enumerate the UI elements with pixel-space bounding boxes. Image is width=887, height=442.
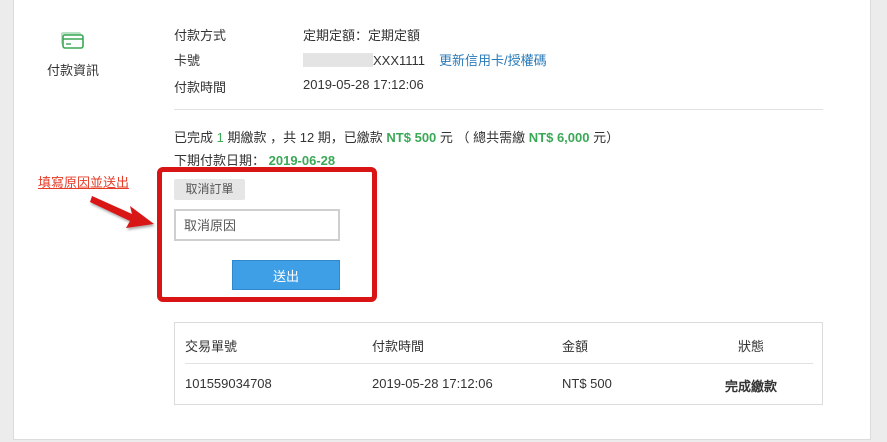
paid-amount: NT$ 500 (386, 130, 437, 145)
cancel-order-tag: 取消訂單 (174, 179, 245, 200)
summary-text: 元 （ 總共需繳 (439, 130, 526, 145)
payment-summary: 已完成 1 期繳款 ，共 12 期，已繳款 NT$ 500 元 （ 總共需繳 N… (174, 127, 619, 146)
sidebar-label: 付款資訊 (47, 63, 100, 78)
section-divider (174, 109, 823, 110)
next-payment-label: 下期付款日期： (174, 153, 266, 168)
table-header-amount: 金額 (562, 339, 589, 354)
submit-button[interactable]: 送出 (232, 260, 340, 290)
table-cell-status: 完成繳款 (725, 379, 778, 394)
update-card-link[interactable]: 更新信用卡/授權碼 (439, 53, 547, 68)
summary-text: 已完成 (174, 130, 214, 145)
table-header-order-id: 交易單號 (185, 339, 238, 354)
summary-text: 元） (593, 130, 620, 145)
card-mask (303, 53, 373, 67)
table-cell-order-id: 101559034708 (185, 376, 272, 391)
payment-time-label: 付款時間 (174, 80, 227, 95)
next-payment-date: 2019-06-28 (268, 153, 336, 168)
credit-card-icon (61, 32, 84, 49)
summary-text: 期繳款 ，共 12 期，已繳款 (227, 130, 383, 145)
payment-method-value: 定期定額：定期定額 (303, 28, 421, 43)
payment-time-value: 2019-05-28 17:12:06 (303, 77, 424, 92)
card-number-label: 卡號 (174, 53, 201, 68)
annotation-text: 填寫原因並送出 (38, 175, 130, 190)
table-cell-time: 2019-05-28 17:12:06 (372, 376, 493, 391)
table-header-status: 狀態 (738, 339, 765, 354)
table-cell-amount: NT$ 500 (562, 376, 612, 391)
annotation-arrow-icon (90, 196, 154, 228)
transactions-table: 交易單號 付款時間 金額 狀態 101559034708 2019-05-28 … (174, 322, 823, 405)
total-amount: NT$ 6,000 (528, 130, 590, 145)
payment-method-label: 付款方式 (174, 28, 227, 43)
table-header-time: 付款時間 (372, 339, 425, 354)
cancel-reason-input[interactable] (174, 209, 340, 241)
done-count: 1 (216, 130, 224, 145)
table-divider (185, 363, 813, 364)
card-number-value: XXX1111 更新信用卡/授權碼 (303, 50, 547, 69)
card-suffix: XXX1111 (373, 53, 426, 68)
